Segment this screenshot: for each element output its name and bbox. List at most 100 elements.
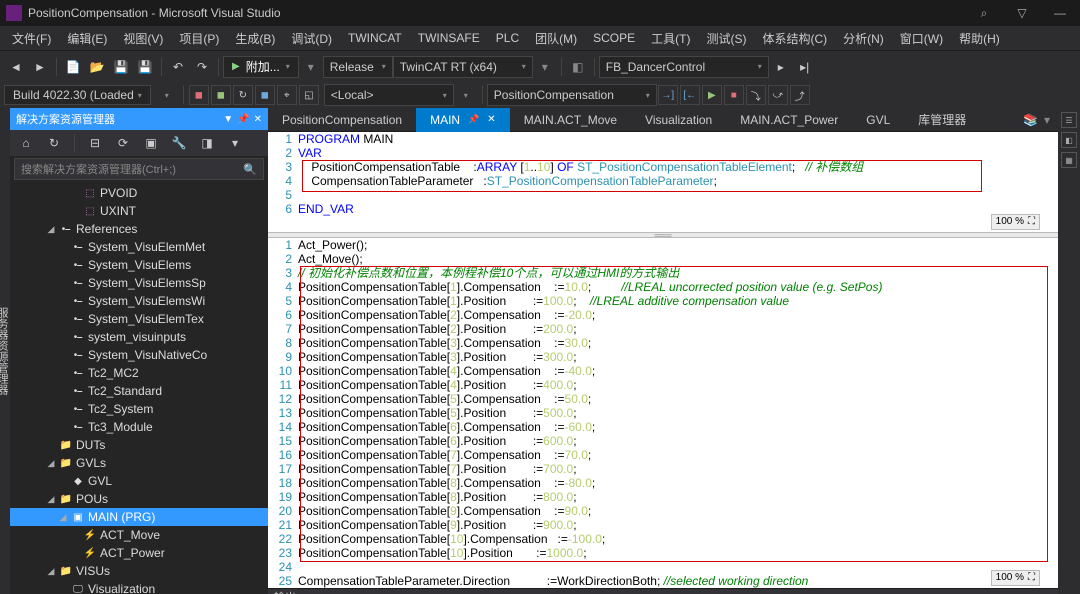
menu-item[interactable]: 文件(F) [4,28,59,49]
collapsed-panel-icon[interactable]: ☰ [1061,112,1077,128]
code-line[interactable]: VAR [298,146,1058,160]
saveall-button[interactable]: 💾 [134,56,156,78]
code-line[interactable]: PositionCompensationTable[2].Compensatio… [298,308,1058,322]
code-line[interactable]: PositionCompensationTable[1].Compensatio… [298,280,1058,294]
collapsed-panel-icon[interactable]: ◧ [1061,132,1077,148]
code-line[interactable]: PositionCompensationTable[10].Position :… [298,546,1058,560]
tree-node[interactable]: •⎯System_VisuElemTex [10,310,268,328]
tc-step-icon[interactable]: ⤵ [746,85,766,105]
pin-icon[interactable]: 📌 [237,114,249,125]
code-line[interactable]: PositionCompensationTable[1].Position :=… [298,294,1058,308]
code-line[interactable]: PositionCompensationTable :ARRAY [1..10]… [298,160,1058,174]
menu-item[interactable]: 窗口(W) [892,28,951,49]
code-line[interactable]: PositionCompensationTable[7].Compensatio… [298,448,1058,462]
save-button[interactable]: 💾 [110,56,132,78]
code-line[interactable]: PositionCompensationTable[7].Position :=… [298,462,1058,476]
tabstrip-overflow-icon[interactable]: 📚 [1023,113,1038,127]
project-combo[interactable]: PositionCompensation▾ [487,84,657,106]
menu-item[interactable]: 帮助(H) [951,28,1008,49]
tc-start-icon[interactable]: ▶ [702,85,722,105]
menu-item[interactable]: 工具(T) [643,28,698,49]
tree-node[interactable]: •⎯Tc2_Standard [10,382,268,400]
tree-node[interactable]: ◢📁POUs [10,490,268,508]
tc-config-icon[interactable]: ◼ [189,85,209,105]
dropdown-icon[interactable]: ▾ [224,132,246,154]
tree-node[interactable]: ⚡ACT_Move [10,526,268,544]
menu-item[interactable]: PLC [488,29,527,47]
properties-icon[interactable]: 🔧 [168,132,190,154]
back-button[interactable]: ◄ [5,56,27,78]
tc-restart-icon[interactable]: ↻ [233,85,253,105]
zoom-indicator-decl[interactable]: 100 %⛶ [991,214,1040,230]
editor-tab[interactable]: PositionCompensation [268,108,416,132]
code-line[interactable]: Act_Power(); [298,238,1058,252]
code-line[interactable]: PositionCompensationTable[5].Position :=… [298,406,1058,420]
tc-run-icon[interactable]: ◼ [211,85,231,105]
config-combo[interactable]: Release▾ [323,56,393,78]
solution-explorer-search[interactable]: 搜索解决方案资源管理器(Ctrl+;) 🔍 [14,158,264,180]
start-attach-button[interactable]: ▶ 附加... ▾ [223,56,299,78]
editor-tab[interactable]: Visualization [631,108,726,132]
tree-node[interactable]: •⎯Tc2_System [10,400,268,418]
showall-icon[interactable]: ▣ [140,132,162,154]
quicklaunch-icon[interactable]: ⌕ [970,3,998,23]
tree-node[interactable]: 📁DUTs [10,436,268,454]
undo-button[interactable]: ↶ [167,56,189,78]
code-line[interactable]: Act_Move(); [298,252,1058,266]
open-button[interactable]: 📂 [86,56,108,78]
code-line[interactable]: PositionCompensationTable[10].Compensati… [298,532,1058,546]
local-combo[interactable]: <Local>▾ [324,84,454,106]
tree-node[interactable]: ◆GVL [10,472,268,490]
menu-item[interactable]: TWINCAT [340,29,410,47]
code-line[interactable] [298,188,1058,202]
tree-node[interactable]: •⎯system_visuinputs [10,328,268,346]
code-line[interactable]: PositionCompensationTable[6].Compensatio… [298,420,1058,434]
collapsed-panel-icon[interactable]: ▦ [1061,152,1077,168]
menu-item[interactable]: 项目(P) [171,28,227,49]
left-collapsed-panel[interactable]: 服务器资源管理器 [0,108,10,594]
declaration-pane[interactable]: 100 %⛶ 1PROGRAM MAIN2VAR3 PositionCompen… [268,132,1058,232]
body-pane[interactable]: 100 %⛶ 1Act_Power();2Act_Move();3// 初始化补… [268,238,1058,588]
home-icon[interactable]: ⌂ [15,132,37,154]
tc-misc-icon[interactable]: ◱ [299,85,319,105]
sync-icon[interactable]: ⟳ [112,132,134,154]
build-combo[interactable]: Build 4022.30 (Loaded▾ [4,85,151,105]
toolbar-btn[interactable]: ◧ [567,56,589,78]
code-line[interactable]: PositionCompensationTable[5].Compensatio… [298,392,1058,406]
tree-node[interactable]: 🖵Visualization [10,580,268,594]
menu-item[interactable]: 分析(N) [835,28,892,49]
menu-item[interactable]: TWINSAFE [410,29,488,47]
code-line[interactable]: PositionCompensationTable[4].Position :=… [298,378,1058,392]
code-line[interactable]: CompensationTableParameter :ST_PositionC… [298,174,1058,188]
editor-tab[interactable]: MAIN.ACT_Power [726,108,852,132]
tree-node[interactable]: •⎯System_VisuElemMet [10,238,268,256]
menu-item[interactable]: 视图(V) [115,28,171,49]
tree-node[interactable]: •⎯Tc3_Module [10,418,268,436]
code-line[interactable]: // 初始化补偿点数和位置，本例程补偿10个点，可以通过HMI的方式输出 [298,266,1058,280]
tree-node[interactable]: ◢📁VISUs [10,562,268,580]
editor-tab[interactable]: GVL [852,108,904,132]
tree-node[interactable]: •⎯System_VisuNativeCo [10,346,268,364]
tree-node[interactable]: ⚡ACT_Power [10,544,268,562]
refresh-icon[interactable]: ↻ [43,132,65,154]
tc-config2-icon[interactable]: ◼ [255,85,275,105]
code-line[interactable]: PositionCompensationTable[9].Compensatio… [298,504,1058,518]
collapse-icon[interactable]: ⊟ [84,132,106,154]
code-line[interactable]: PositionCompensationTable[8].Position :=… [298,490,1058,504]
close-icon[interactable]: ✕ [254,114,262,125]
nav-end-button[interactable]: ▸| [794,56,816,78]
editor-tab[interactable]: MAIN.ACT_Move [510,108,631,132]
tree-node[interactable]: ⬚PVOID [10,184,268,202]
target-combo[interactable]: TwinCAT RT (x64)▾ [393,56,533,78]
code-line[interactable]: PositionCompensationTable[8].Compensatio… [298,476,1058,490]
menu-item[interactable]: 体系结构(C) [754,28,835,49]
tc-stepover-icon[interactable]: ⤻ [768,85,788,105]
tabstrip-dropdown-icon[interactable]: ▾ [1044,113,1050,127]
tree-node[interactable]: ◢📁GVLs [10,454,268,472]
tc-login-icon[interactable]: →] [658,85,678,105]
preview-icon[interactable]: ◨ [196,132,218,154]
tc-stepout-icon[interactable]: ⤴ [790,85,810,105]
minimize-button[interactable]: — [1046,3,1074,23]
menu-item[interactable]: 生成(B) [227,28,283,49]
menu-item[interactable]: SCOPE [585,29,643,47]
